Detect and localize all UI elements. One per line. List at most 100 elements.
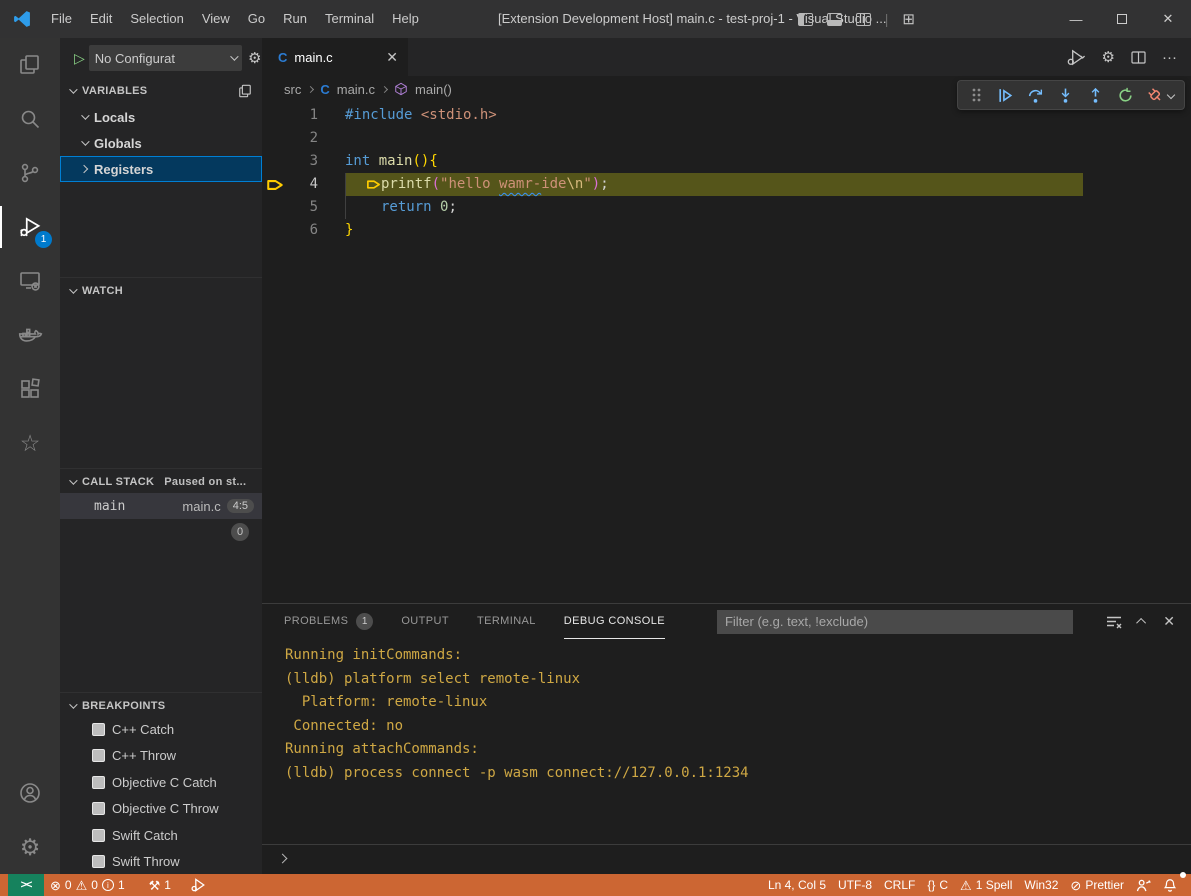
panel-tab-terminal[interactable]: TERMINAL: [477, 605, 536, 639]
sidebar-item-explorer[interactable]: [0, 38, 60, 92]
maximize-panel-icon[interactable]: [1136, 618, 1146, 628]
checkbox[interactable]: [92, 829, 105, 842]
checkbox[interactable]: [92, 723, 105, 736]
step-out-button[interactable]: [1082, 82, 1109, 108]
remote-indicator[interactable]: ><: [8, 874, 44, 896]
breakpoint-margin[interactable]: [262, 127, 294, 150]
breadcrumb-file[interactable]: main.c: [337, 82, 375, 97]
breakpoint-margin[interactable]: [262, 219, 294, 242]
notifications-button[interactable]: [1157, 874, 1183, 896]
restart-button[interactable]: [1112, 82, 1139, 108]
debug-console-input[interactable]: [262, 844, 1191, 871]
maximize-button[interactable]: [1099, 0, 1145, 38]
toolbar-drag-handle[interactable]: [962, 82, 989, 108]
breadcrumb-folder[interactable]: src: [284, 82, 301, 97]
code-line-3[interactable]: 3int main(){: [262, 150, 1191, 173]
close-button[interactable]: ✕: [1145, 0, 1191, 38]
formatter-status[interactable]: ⊘ Prettier: [1064, 874, 1130, 896]
checkbox[interactable]: [92, 749, 105, 762]
menu-run[interactable]: Run: [274, 0, 316, 38]
close-tab-icon[interactable]: ✕: [386, 49, 398, 66]
sidebar-item-remote-explorer[interactable]: [0, 254, 60, 308]
close-panel-icon[interactable]: ✕: [1163, 613, 1175, 630]
panel-tab-output[interactable]: OUTPUT: [401, 605, 449, 639]
minimize-button[interactable]: —: [1053, 0, 1099, 38]
console-filter-input[interactable]: [717, 610, 1073, 634]
clear-console-icon[interactable]: [1106, 615, 1122, 629]
watch-section-header[interactable]: WATCH: [60, 277, 262, 299]
checkbox[interactable]: [92, 855, 105, 868]
run-or-debug-icon[interactable]: [1067, 49, 1086, 66]
platform-indicator[interactable]: Win32: [1018, 874, 1064, 896]
menu-view[interactable]: View: [193, 0, 239, 38]
code-line-2[interactable]: 2: [262, 127, 1191, 150]
code-line-6[interactable]: 6}: [262, 219, 1191, 242]
feedback-button[interactable]: [1130, 874, 1157, 896]
toggle-sidebar-icon[interactable]: [798, 13, 813, 26]
code-line-4[interactable]: 4printf("hello wamr-ide\n");: [262, 173, 1191, 196]
breakpoint-swift-throw[interactable]: Swift Throw: [60, 849, 262, 876]
breakpoint-objective-c-throw[interactable]: Objective C Throw: [60, 796, 262, 823]
checkbox[interactable]: [92, 802, 105, 815]
copy-icon[interactable]: [238, 84, 252, 98]
gear-icon[interactable]: ⚙: [1102, 48, 1115, 66]
language-indicator[interactable]: {} C: [921, 874, 954, 896]
breakpoint-margin[interactable]: [262, 173, 294, 196]
problems-status[interactable]: ⊗ 0 ⚠ 0 i 1: [44, 874, 131, 896]
breakpoint-margin[interactable]: [262, 104, 294, 127]
step-over-button[interactable]: [1022, 82, 1049, 108]
menu-selection[interactable]: Selection: [121, 0, 192, 38]
debug-status[interactable]: [185, 874, 213, 896]
variables-group-globals[interactable]: Globals: [60, 130, 262, 156]
breakpoint-margin[interactable]: [262, 150, 294, 173]
spell-checker-status[interactable]: ⚠ 1 Spell: [954, 874, 1018, 896]
start-debugging-icon[interactable]: ▷: [74, 50, 85, 67]
debug-configuration-dropdown[interactable]: No Configurat: [89, 45, 242, 71]
sidebar-item-source-control[interactable]: [0, 146, 60, 200]
eol-indicator[interactable]: CRLF: [878, 874, 921, 896]
variables-group-registers[interactable]: Registers: [60, 156, 262, 182]
checkbox[interactable]: [92, 776, 105, 789]
manage-button[interactable]: ⚙: [0, 820, 60, 874]
disconnect-button[interactable]: [1142, 82, 1169, 108]
breakpoint-c-throw[interactable]: C++ Throw: [60, 743, 262, 770]
call-stack-section-header[interactable]: CALL STACK Paused on st...: [60, 468, 262, 490]
breakpoints-section-header[interactable]: BREAKPOINTS: [60, 692, 262, 714]
sidebar-item-docker[interactable]: [0, 308, 60, 362]
breakpoint-c-catch[interactable]: C++ Catch: [60, 716, 262, 743]
menu-file[interactable]: File: [42, 0, 81, 38]
toggle-panel-icon[interactable]: [827, 13, 842, 26]
breakpoint-swift-catch[interactable]: Swift Catch: [60, 822, 262, 849]
panel-tab-debug-console[interactable]: DEBUG CONSOLE: [564, 605, 665, 639]
continue-button[interactable]: [992, 82, 1019, 108]
sidebar-item-favorites[interactable]: ☆: [0, 416, 60, 470]
code-editor[interactable]: 1#include <stdio.h>23int main(){4printf(…: [262, 102, 1191, 603]
sidebar-item-run-and-debug[interactable]: 1: [0, 200, 60, 254]
tab-main-c[interactable]: C main.c ✕: [262, 38, 408, 76]
accounts-button[interactable]: [0, 766, 60, 820]
tools-status[interactable]: ⚒ 1: [143, 874, 177, 896]
menu-edit[interactable]: Edit: [81, 0, 121, 38]
step-over-icon: [1027, 87, 1044, 104]
encoding-indicator[interactable]: UTF-8: [832, 874, 878, 896]
breadcrumb-symbol[interactable]: main(): [415, 82, 452, 97]
split-editor-icon[interactable]: [1131, 51, 1146, 64]
variables-section-header[interactable]: VARIABLES: [60, 80, 262, 102]
breakpoint-margin[interactable]: [262, 196, 294, 219]
customize-layout-icon[interactable]: ⊞: [902, 10, 915, 28]
panel-tab-problems[interactable]: PROBLEMS1: [284, 605, 373, 639]
more-actions-icon[interactable]: ···: [1162, 49, 1177, 66]
variables-group-locals[interactable]: Locals: [60, 104, 262, 130]
code-line-5[interactable]: 5return 0;: [262, 196, 1191, 219]
debug-console-output[interactable]: Running initCommands:(lldb) platform sel…: [262, 644, 1191, 844]
menu-terminal[interactable]: Terminal: [316, 0, 383, 38]
sidebar-item-search[interactable]: [0, 92, 60, 146]
sidebar-item-extensions[interactable]: [0, 362, 60, 416]
menu-go[interactable]: Go: [239, 0, 274, 38]
cursor-position[interactable]: Ln 4, Col 5: [762, 874, 832, 896]
step-into-button[interactable]: [1052, 82, 1079, 108]
menu-help[interactable]: Help: [383, 0, 428, 38]
stack-frame-row[interactable]: main main.c 4:5: [60, 493, 262, 519]
breakpoint-objective-c-catch[interactable]: Objective C Catch: [60, 769, 262, 796]
toggle-secondary-sidebar-icon[interactable]: [856, 13, 871, 26]
